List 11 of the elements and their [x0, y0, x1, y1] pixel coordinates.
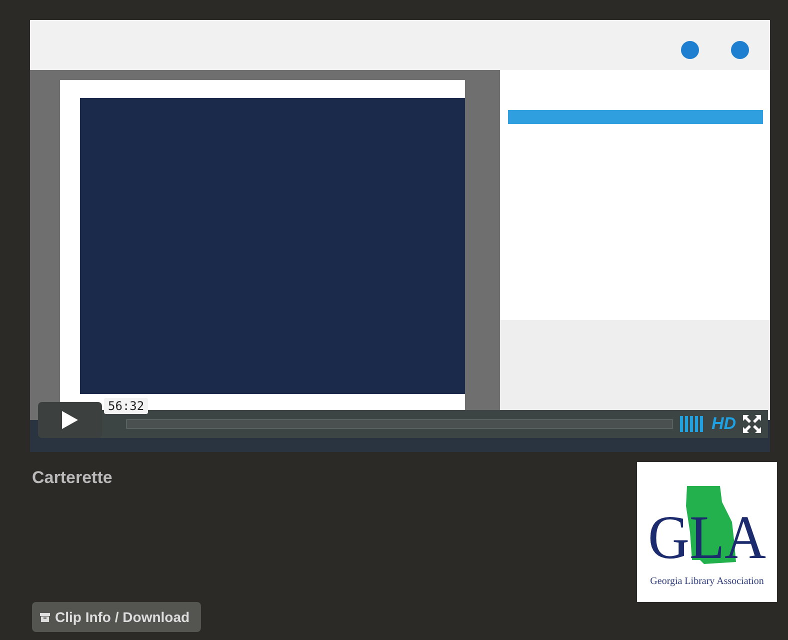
play-button[interactable] [38, 402, 102, 438]
play-icon [61, 410, 79, 430]
hd-toggle[interactable]: HD [711, 414, 736, 434]
logo-caption: Georgia Library Association [650, 576, 764, 586]
clip-info-button[interactable]: Clip Info / Download [32, 602, 201, 632]
seek-track[interactable] [126, 419, 674, 429]
clip-title: Carterette [32, 468, 114, 488]
volume-icon[interactable] [679, 415, 706, 433]
fullscreen-icon[interactable] [742, 414, 762, 434]
archive-icon [40, 612, 50, 622]
time-tooltip: 56:32 [104, 398, 148, 414]
